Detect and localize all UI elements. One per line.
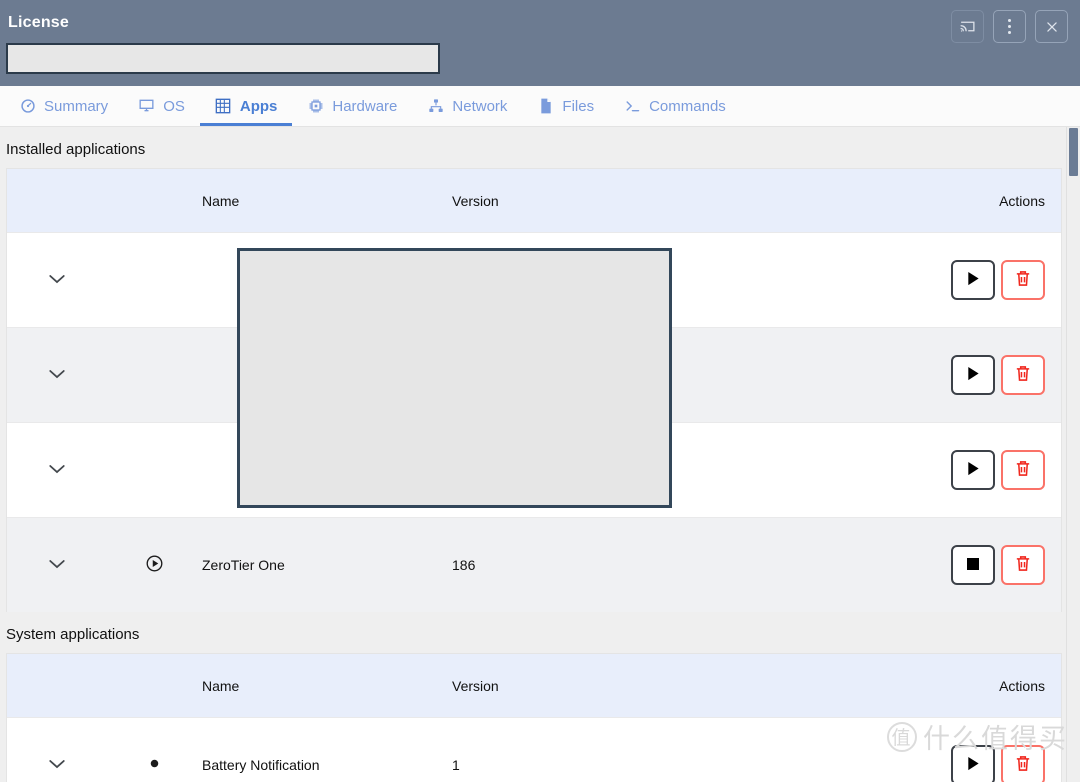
row-actions — [951, 545, 1045, 585]
start-app-button[interactable] — [951, 450, 995, 490]
table-row[interactable]: Battery Notification 1 — [7, 717, 1061, 782]
play-icon — [966, 756, 980, 774]
row-actions — [951, 355, 1045, 395]
tab-label: Hardware — [332, 97, 398, 115]
expand-row-chevron-down-icon[interactable] — [48, 557, 66, 573]
trash-icon — [1015, 555, 1031, 575]
grid-icon — [215, 98, 232, 115]
delete-app-button[interactable] — [1001, 545, 1045, 585]
expand-row-chevron-down-icon[interactable] — [48, 272, 66, 288]
tab-bar: Summary OS Apps Hardware Network Files C… — [0, 86, 1080, 127]
table-header-row: Name Version Actions — [7, 169, 1061, 232]
window-title: License — [8, 14, 69, 31]
tab-label: Commands — [649, 97, 726, 115]
file-icon — [537, 98, 554, 115]
vertical-scroll-thumb[interactable] — [1069, 128, 1078, 176]
tab-summary[interactable]: Summary — [4, 86, 123, 126]
system-apps-heading: System applications — [6, 626, 140, 643]
tab-label: Summary — [44, 97, 109, 115]
tab-os[interactable]: OS — [123, 86, 200, 126]
tab-network[interactable]: Network — [412, 86, 522, 126]
expand-row-chevron-down-icon[interactable] — [48, 462, 66, 478]
tab-label: Network — [452, 97, 508, 115]
start-app-button[interactable] — [951, 355, 995, 395]
app-version: 186 — [452, 557, 476, 573]
tab-label: Files — [562, 97, 595, 115]
tab-hardware[interactable]: Hardware — [292, 86, 412, 126]
stop-icon — [966, 557, 980, 574]
column-header-name: Name — [202, 192, 240, 209]
column-header-name: Name — [202, 677, 240, 694]
delete-app-button[interactable] — [1001, 745, 1045, 782]
column-header-version: Version — [452, 192, 499, 209]
tab-files[interactable]: Files — [522, 86, 609, 126]
installed-apps-heading: Installed applications — [6, 141, 146, 158]
close-button[interactable] — [1035, 10, 1068, 43]
cast-icon — [959, 18, 976, 35]
vertical-scrollbar[interactable] — [1066, 127, 1080, 782]
cast-screen-button[interactable] — [951, 10, 984, 43]
trash-icon — [1015, 460, 1031, 480]
sitemap-icon — [427, 98, 444, 115]
table-row[interactable]: ZeroTier One 186 — [7, 517, 1061, 612]
unrendered-content-placeholder — [237, 248, 672, 508]
monitor-icon — [138, 98, 155, 115]
license-input[interactable] — [6, 43, 440, 74]
delete-app-button[interactable] — [1001, 450, 1045, 490]
tab-label: Apps — [239, 97, 278, 115]
column-header-actions: Actions — [999, 192, 1045, 209]
app-window: License Summary OS Apps Hardware Network… — [0, 0, 1080, 782]
more-options-button[interactable] — [993, 10, 1026, 43]
delete-app-button[interactable] — [1001, 355, 1045, 395]
window-controls — [951, 10, 1068, 43]
column-header-actions: Actions — [999, 677, 1045, 694]
close-icon — [1045, 20, 1059, 34]
play-icon — [966, 366, 980, 384]
tab-label: OS — [163, 97, 185, 115]
row-actions — [951, 745, 1045, 782]
play-icon — [966, 271, 980, 289]
tab-apps[interactable]: Apps — [199, 86, 293, 126]
tab-commands[interactable]: Commands — [609, 86, 741, 126]
cpu-chip-icon — [307, 98, 324, 115]
expand-row-chevron-down-icon[interactable] — [48, 757, 66, 773]
app-name: ZeroTier One — [202, 557, 285, 573]
terminal-icon — [624, 98, 641, 115]
trash-icon — [1015, 365, 1031, 385]
column-header-version: Version — [452, 677, 499, 694]
more-vertical-icon — [1008, 19, 1011, 34]
trash-icon — [1015, 270, 1031, 290]
start-app-button[interactable] — [951, 260, 995, 300]
table-header-row: Name Version Actions — [7, 654, 1061, 717]
system-apps-table: Name Version Actions Battery Notificatio… — [6, 653, 1062, 782]
play-circle-icon — [145, 554, 164, 576]
window-titlebar: License — [0, 0, 1080, 86]
gauge-icon — [19, 98, 36, 115]
app-version: 1 — [452, 757, 460, 773]
row-actions — [951, 450, 1045, 490]
delete-app-button[interactable] — [1001, 260, 1045, 300]
app-icon — [147, 756, 162, 774]
start-app-button[interactable] — [951, 745, 995, 782]
stop-app-button[interactable] — [951, 545, 995, 585]
trash-icon — [1015, 755, 1031, 775]
play-icon — [966, 461, 980, 479]
app-name: Battery Notification — [202, 757, 320, 773]
row-actions — [951, 260, 1045, 300]
expand-row-chevron-down-icon[interactable] — [48, 367, 66, 383]
